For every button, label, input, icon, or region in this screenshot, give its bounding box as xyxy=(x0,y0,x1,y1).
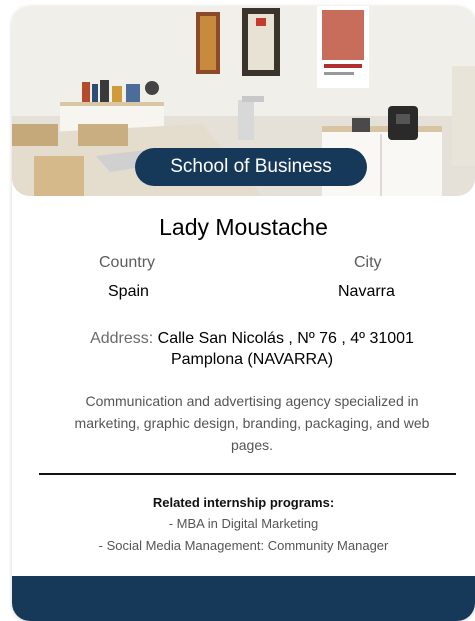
internship-company-card: School of Business Lady Moustache Countr… xyxy=(12,6,475,621)
country-label: Country xyxy=(99,254,156,271)
address-line2: Pamplona (NAVARRA) xyxy=(170,351,334,368)
address: Address: Calle San Nicolás , Nº 76 , 4º … xyxy=(52,328,452,370)
program-item: - Social Media Management: Community Man… xyxy=(98,538,389,553)
address-line1: Calle San Nicolás , Nº 76 , 4º 31001 xyxy=(157,330,414,347)
city-value: Navarra xyxy=(338,283,395,300)
section-divider xyxy=(39,473,456,475)
address-label: Address: xyxy=(90,330,154,347)
school-badge: School of Business xyxy=(135,148,367,186)
company-description: Communication and advertising agency spe… xyxy=(74,393,430,453)
company-name: Lady Moustache xyxy=(159,214,328,240)
card-footer xyxy=(12,576,475,621)
program-item: - MBA in Digital Marketing xyxy=(168,516,319,531)
related-programs-title: Related internship programs: xyxy=(152,495,335,510)
country-value: Spain xyxy=(108,283,149,300)
city-label: City xyxy=(354,254,382,271)
